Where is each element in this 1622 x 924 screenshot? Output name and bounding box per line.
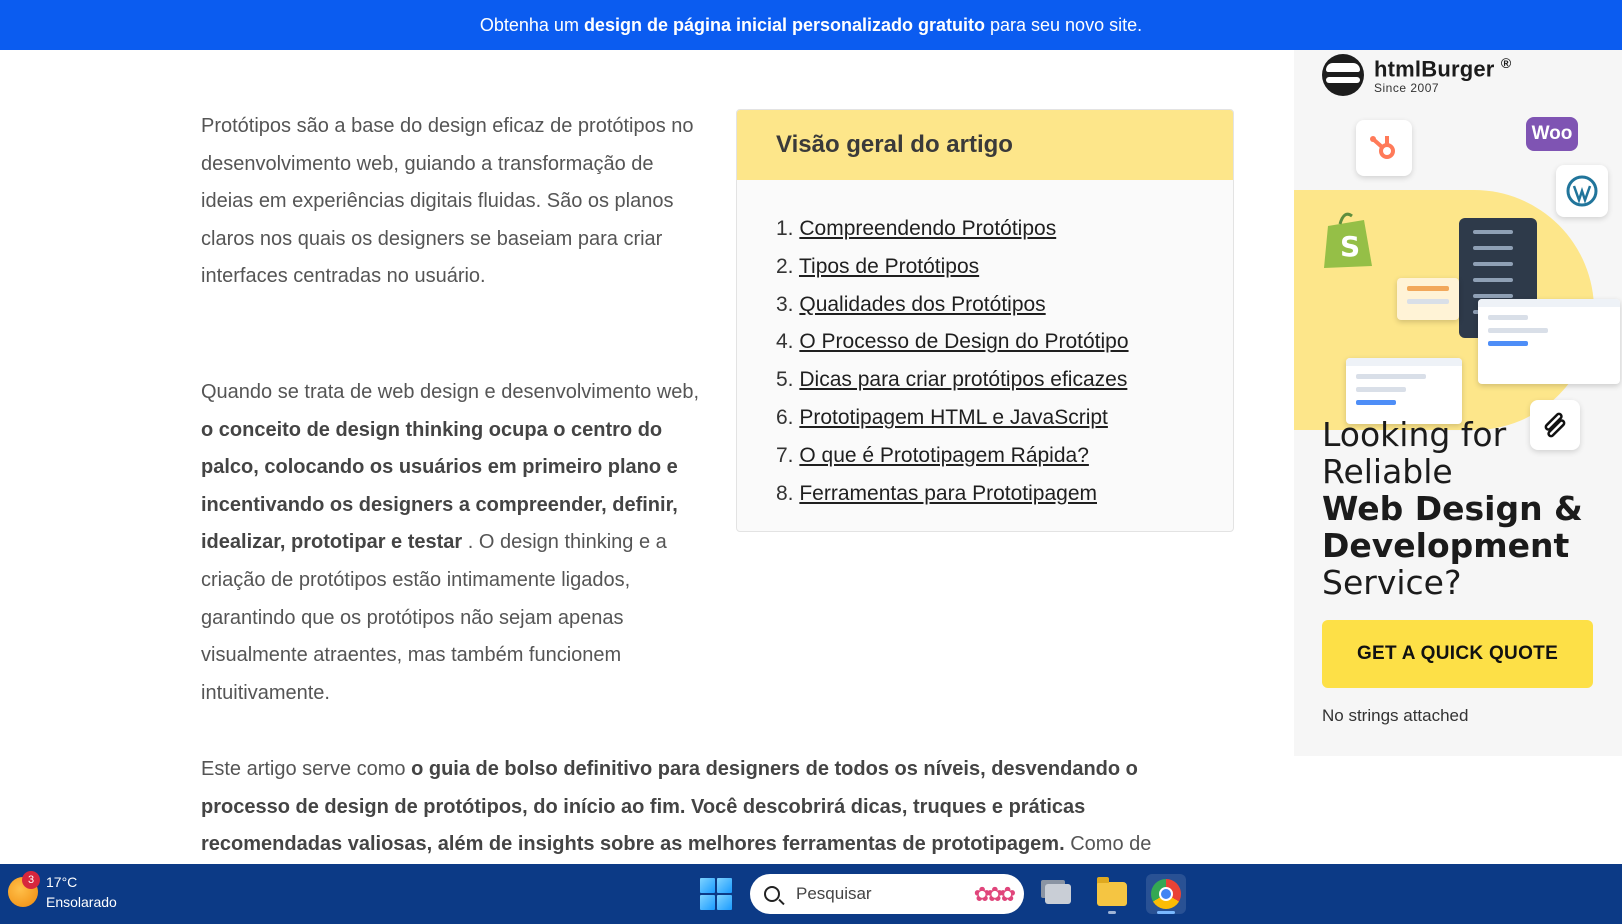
overview-item: 3. Qualidades dos Protótipos [776, 286, 1233, 324]
overview-link-ferramentas[interactable]: Ferramentas para Prototipagem [799, 482, 1097, 505]
overview-item: 1. Compreendendo Protótipos [776, 210, 1233, 248]
brand-name: htmlBurger ® [1374, 55, 1511, 82]
logo-text: htmlBurger ® Since 2007 [1374, 55, 1511, 94]
overview-item-number: 4. [776, 330, 794, 354]
weather-temperature: 17°C [46, 874, 78, 890]
burger-icon [1322, 54, 1364, 96]
taskbar-center: Pesquisar ✿✿✿ [700, 870, 1186, 918]
website-preview-card [1478, 299, 1620, 384]
overview-link-processo[interactable]: O Processo de Design do Protótipo [799, 330, 1128, 353]
headline-bold: Development [1322, 526, 1570, 565]
headline-bold: Web Design & [1322, 489, 1583, 528]
paragraph-text: . O design thinking e a criação de protó… [201, 531, 667, 704]
running-indicator [1108, 911, 1116, 914]
headline-line: Looking for [1322, 415, 1507, 454]
overview-link-rapida[interactable]: O que é Prototipagem Rápida? [799, 444, 1089, 467]
weather-text: 17°C Ensolarado [46, 872, 117, 912]
paragraph-text: Como de [1070, 833, 1152, 856]
overview-link-html-js[interactable]: Prototipagem HTML e JavaScript [799, 406, 1108, 429]
sun-icon: 3 [8, 871, 40, 907]
ad-headline: Looking for Reliable Web Design & Develo… [1322, 416, 1612, 601]
task-view-icon[interactable] [1038, 874, 1078, 914]
guide-paragraph: Este artigo serve como o guia de bolso d… [201, 751, 1191, 864]
htmlburger-logo[interactable]: htmlBurger ® Since 2007 [1322, 54, 1511, 96]
overview-title: Visão geral do artigo [737, 110, 1233, 180]
overview-list: 1. Compreendendo Protótipos 2. Tipos de … [737, 180, 1233, 512]
headline-line: Reliable [1322, 452, 1453, 491]
woocommerce-icon: Woo [1526, 117, 1578, 151]
banner-prefix: Obtenha um [479, 14, 579, 35]
taskbar-search[interactable]: Pesquisar ✿✿✿ [750, 874, 1024, 914]
weather-widget[interactable]: 3 17°C Ensolarado [8, 871, 117, 912]
windows-start-icon[interactable] [700, 878, 732, 910]
search-placeholder: Pesquisar [796, 884, 872, 903]
flowers-icon: ✿✿✿ [973, 883, 1016, 906]
overview-item-number: 6. [776, 405, 794, 429]
chrome-icon[interactable] [1146, 874, 1186, 914]
shopify-icon: S [1316, 208, 1380, 272]
weather-condition: Ensolarado [46, 894, 117, 910]
file-explorer-icon[interactable] [1092, 874, 1132, 914]
strategic-card [1397, 278, 1459, 320]
ad-note: No strings attached [1322, 706, 1469, 725]
overview-item-number: 5. [776, 368, 794, 392]
ad-illustration: Woo S [1294, 115, 1622, 450]
overview-item: 5. Dicas para criar protótipos eficazes [776, 361, 1233, 399]
notification-badge: 3 [22, 871, 40, 889]
active-indicator [1157, 911, 1175, 914]
overview-item: 8. Ferramentas para Prototipagem [776, 475, 1233, 513]
overview-item-number: 1. [776, 217, 794, 240]
overview-item-number: 7. [776, 443, 794, 467]
registered-mark: ® [1500, 55, 1512, 72]
headline-line: Service? [1322, 563, 1462, 602]
overview-item: 2. Tipos de Protótipos [776, 248, 1233, 286]
svg-text:S: S [1340, 230, 1360, 263]
banner-suffix: para seu novo site. [990, 14, 1143, 35]
sidebar-ad[interactable]: htmlBurger ® Since 2007 Woo S Looking fo… [1294, 50, 1622, 756]
article-overview: Visão geral do artigo 1. Compreendendo P… [736, 109, 1234, 532]
paragraph-text: Quando se trata de web design e desenvol… [201, 381, 700, 403]
promo-banner[interactable]: Obtenha um design de página inicial pers… [0, 0, 1622, 50]
overview-link-dicas[interactable]: Dicas para criar protótipos eficazes [799, 368, 1127, 391]
search-icon [764, 886, 780, 902]
wordpress-icon [1556, 165, 1608, 217]
overview-item-number: 3. [776, 292, 794, 316]
hubspot-icon [1356, 120, 1412, 176]
overview-link-qualidades[interactable]: Qualidades dos Protótipos [799, 293, 1045, 316]
brand-label: htmlBurger [1374, 56, 1495, 82]
overview-item: 7. O que é Prototipagem Rápida? [776, 437, 1233, 475]
get-quote-button[interactable]: GET A QUICK QUOTE [1322, 620, 1593, 688]
overview-item-number: 2. [776, 254, 794, 278]
paragraph-text: Este artigo serve como [201, 758, 406, 780]
overview-item: 4. O Processo de Design do Protótipo [776, 323, 1233, 361]
banner-bold: design de página inicial personalizado g… [583, 14, 985, 35]
windows-taskbar: 3 17°C Ensolarado Pesquisar ✿✿✿ [0, 864, 1622, 924]
overview-item-number: 8. [776, 481, 794, 505]
brand-since: Since 2007 [1374, 80, 1440, 95]
design-thinking-paragraph: Quando se trata de web design e desenvol… [201, 374, 701, 712]
overview-link-tipos[interactable]: Tipos de Protótipos [799, 255, 979, 278]
intro-paragraph: Protótipos são a base do design eficaz d… [201, 115, 694, 288]
overview-item: 6. Prototipagem HTML e JavaScript [776, 399, 1233, 437]
overview-link-compreendendo[interactable]: Compreendendo Protótipos [799, 217, 1056, 240]
